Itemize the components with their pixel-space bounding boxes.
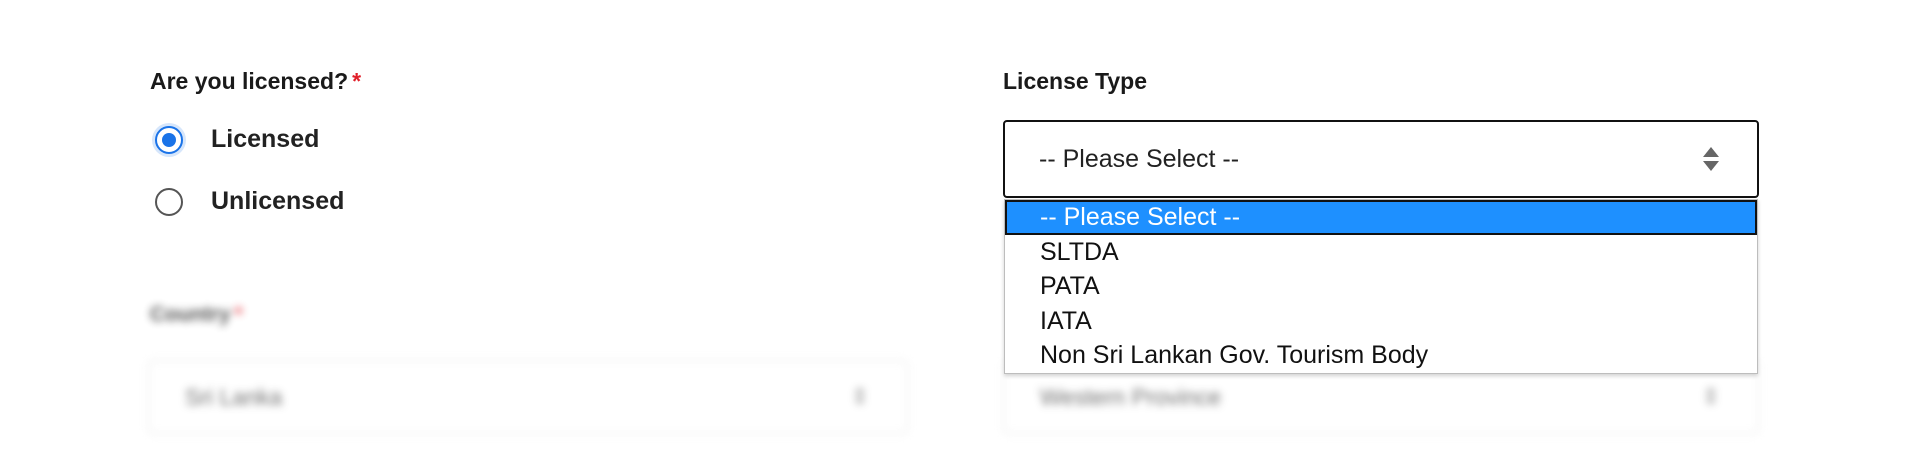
- country-value: Sri Lanka: [185, 383, 283, 410]
- dropdown-option-iata[interactable]: IATA: [1005, 304, 1757, 339]
- license-type-label: License Type: [1003, 68, 1148, 94]
- country-required-mark: *: [234, 303, 243, 326]
- required-mark: *: [352, 68, 362, 94]
- license-type-dropdown: -- Please Select -- SLTDA PATA IATA Non …: [1004, 199, 1758, 374]
- dropdown-option-please-select[interactable]: -- Please Select --: [1005, 200, 1757, 235]
- radio-option-licensed[interactable]: Licensed: [155, 125, 319, 154]
- radio-unlicensed-label[interactable]: Unlicensed: [211, 187, 344, 216]
- dropdown-option-non-sri-lankan[interactable]: Non Sri Lankan Gov. Tourism Body: [1005, 338, 1757, 373]
- dropdown-option-sltda[interactable]: SLTDA: [1005, 235, 1757, 270]
- sort-arrows-icon: [1703, 147, 1719, 171]
- country-label: Country *: [150, 303, 243, 327]
- licensed-question-text: Are you licensed?: [150, 68, 349, 94]
- country-select[interactable]: Sri Lanka ⇕: [148, 360, 908, 434]
- chevron-updown-icon: ⇕: [1701, 384, 1720, 409]
- licensed-question-label: Are you licensed? *: [150, 68, 361, 95]
- country-label-text: Country: [150, 303, 231, 326]
- license-form: Are you licensed? * Licensed Unlicensed L…: [0, 0, 1920, 450]
- radio-unlicensed[interactable]: [155, 187, 183, 216]
- dropdown-option-pata[interactable]: PATA: [1005, 269, 1757, 304]
- province-value: Western Province: [1040, 383, 1222, 410]
- chevron-updown-icon: ⇕: [850, 384, 869, 409]
- license-type-select[interactable]: -- Please Select --: [1003, 120, 1759, 198]
- license-type-selected-value: -- Please Select --: [1039, 144, 1240, 173]
- radio-licensed[interactable]: [155, 125, 183, 154]
- radio-licensed-label[interactable]: Licensed: [211, 125, 319, 154]
- radio-option-unlicensed[interactable]: Unlicensed: [155, 187, 344, 216]
